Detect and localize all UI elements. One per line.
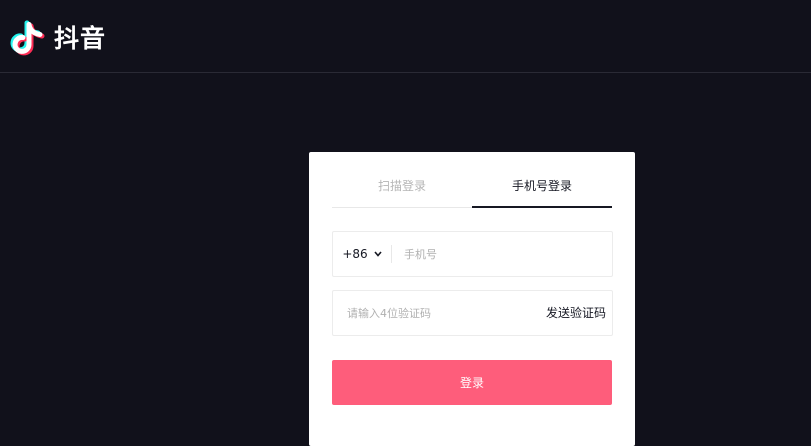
top-bar: 抖音 — [0, 0, 811, 73]
verification-code-field: 发送验证码 — [332, 290, 613, 336]
logo[interactable]: 抖音 — [10, 16, 106, 58]
logo-text: 抖音 — [54, 24, 107, 53]
send-code-button[interactable]: 发送验证码 — [546, 304, 606, 322]
chevron-down-icon — [374, 251, 382, 257]
douyin-note-icon — [10, 20, 45, 56]
tab-scan-login[interactable]: 扫描登录 — [332, 172, 472, 207]
phone-input[interactable] — [404, 232, 604, 276]
login-card: 扫描登录 手机号登录 +86 发送验证码 登录 — [309, 152, 635, 446]
login-tabs: 扫描登录 手机号登录 — [332, 172, 612, 208]
field-divider — [391, 245, 392, 263]
verification-code-input[interactable] — [347, 291, 537, 335]
country-code-select[interactable]: +86 — [333, 232, 391, 276]
country-code-value: +86 — [342, 247, 368, 261]
phone-field: +86 — [332, 231, 613, 277]
tab-phone-login[interactable]: 手机号登录 — [472, 172, 612, 208]
login-button[interactable]: 登录 — [332, 360, 612, 405]
